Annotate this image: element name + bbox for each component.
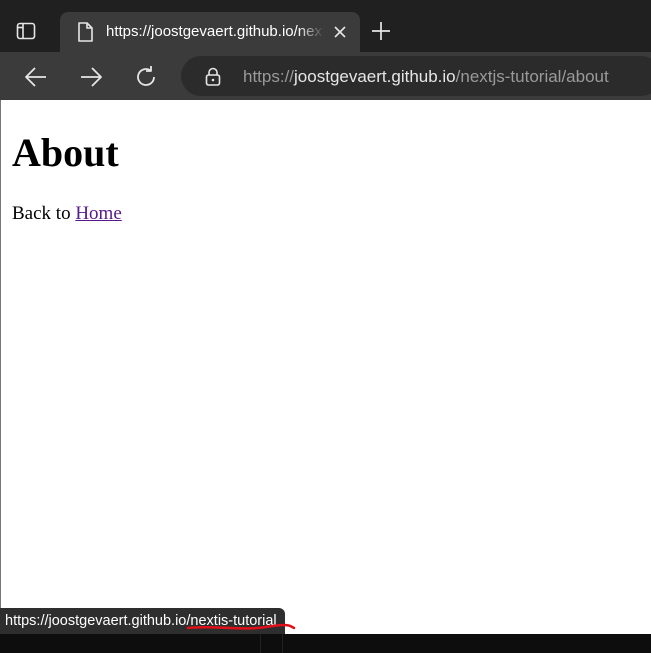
url-scheme: https:// bbox=[243, 67, 295, 86]
taskbar-divider bbox=[260, 634, 261, 653]
page-title: About bbox=[12, 130, 119, 175]
back-text: Back to bbox=[12, 203, 76, 224]
refresh-icon[interactable] bbox=[133, 64, 159, 90]
red-underline-annotation bbox=[187, 623, 296, 630]
back-line: Back to Home bbox=[12, 202, 122, 226]
tab-strip: https://joostgevaert.github.io/nextjs-tu… bbox=[0, 0, 651, 52]
arrow-left-icon[interactable] bbox=[23, 64, 49, 90]
page-content: About Back to Home bbox=[0, 100, 651, 634]
plus-icon[interactable] bbox=[370, 20, 392, 42]
url-text: https://joostgevaert.github.io/nextjs-tu… bbox=[243, 66, 609, 88]
arrow-right-icon[interactable] bbox=[78, 64, 104, 90]
close-icon[interactable] bbox=[330, 22, 350, 42]
taskbar bbox=[0, 634, 651, 653]
address-bar[interactable]: https://joostgevaert.github.io/nextjs-tu… bbox=[181, 56, 651, 96]
home-link[interactable]: Home bbox=[75, 203, 121, 224]
taskbar-divider bbox=[282, 634, 283, 653]
lock-icon[interactable] bbox=[204, 66, 222, 88]
url-host: joostgevaert.github.io bbox=[294, 67, 456, 86]
status-bubble: https://joostgevaert.github.io/nextis-tu… bbox=[0, 608, 296, 634]
status-url-part1: https://joostgevaert.github.io/ bbox=[5, 613, 191, 629]
tab-title: https://joostgevaert.github.io/nextjs-tu… bbox=[106, 23, 324, 40]
active-tab[interactable]: https://joostgevaert.github.io/nextjs-tu… bbox=[60, 12, 360, 52]
url-path: /nextjs-tutorial/about bbox=[455, 67, 609, 86]
tab-actions-icon[interactable] bbox=[15, 20, 37, 42]
browser-toolbar: https://joostgevaert.github.io/nextjs-tu… bbox=[0, 52, 651, 100]
page-icon bbox=[74, 20, 96, 44]
